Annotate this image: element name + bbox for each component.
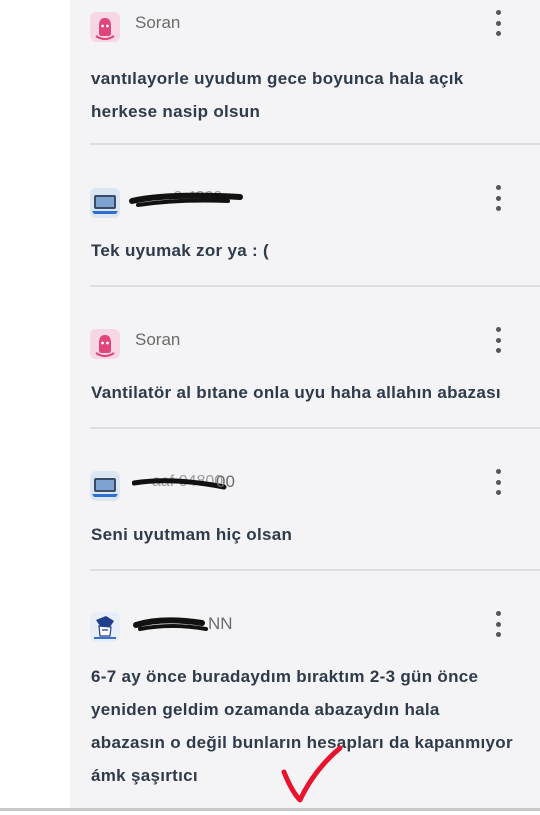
comment-text-line: Seni uyutmam hiç olsan <box>91 525 293 544</box>
comment-username-fragment: NN <box>208 614 233 633</box>
comment-text: Seni uyutmam hiç olsan <box>91 518 531 551</box>
more-options-icon[interactable] <box>488 327 508 353</box>
comment-username[interactable]: Soran <box>135 330 180 350</box>
laptop-avatar-icon[interactable] <box>90 471 120 501</box>
red-checkmark-icon <box>281 745 343 803</box>
comment-username[interactable]: Soran <box>135 13 180 33</box>
comment-text: Vantilatör al bıtane onla uyu haha allah… <box>91 376 531 409</box>
pink-ghost-avatar-icon[interactable] <box>90 329 120 359</box>
redaction-scribble <box>133 617 208 631</box>
anime-avatar-icon[interactable] <box>90 612 120 642</box>
more-options-icon[interactable] <box>488 10 508 36</box>
comment-text-line: yeniden geldim ozamanda abazaydın hala <box>91 700 440 719</box>
comment-text-line: Vantilatör al bıtane onla uyu haha allah… <box>91 383 501 402</box>
comment-text-line: Tek uyumak zor ya : ( <box>91 241 269 260</box>
comment-text: vantılayorle uyudum gece boyunca hala aç… <box>91 62 531 128</box>
comment-username-fragment: 00 <box>216 472 235 491</box>
comment-item: Soran vantılayorle uyudum gece boyunca h… <box>70 0 540 145</box>
comment-text-line: vantılayorle uyudum gece boyunca hala aç… <box>91 69 464 88</box>
bottom-border <box>0 808 540 811</box>
comment-text-line: herkese nasip olsun <box>91 102 261 121</box>
comment-item: Soran Vantilatör al bıtane onla uyu haha… <box>70 287 540 429</box>
pink-ghost-avatar-icon[interactable] <box>90 12 120 42</box>
comment-item: r0 4800 Tek uyumak zor ya : ( <box>70 145 540 287</box>
laptop-avatar-icon[interactable] <box>90 188 120 218</box>
comment-item: aaf 04800 00 Seni uyutmam hiç olsan <box>70 429 540 571</box>
more-options-icon[interactable] <box>488 611 508 637</box>
comment-text: Tek uyumak zor ya : ( <box>91 234 531 267</box>
comment-text-line: 6-7 ay önce buradaydım bıraktım 2-3 gün … <box>91 667 479 686</box>
more-options-icon[interactable] <box>488 185 508 211</box>
redaction-scribble: r0 4800 <box>129 189 243 207</box>
more-options-icon[interactable] <box>488 469 508 495</box>
